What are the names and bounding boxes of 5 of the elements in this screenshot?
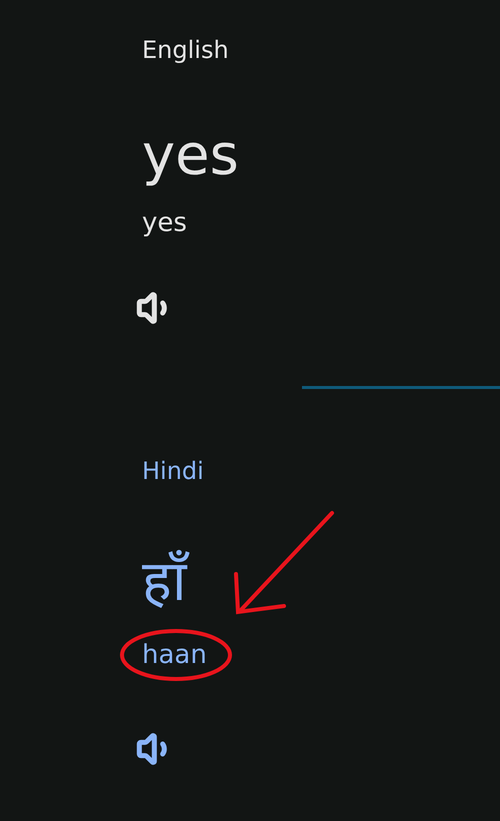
transliteration-text: haan [142,642,207,668]
language-label: English [142,38,229,62]
language-label: Hindi [142,459,204,483]
translation-text: yes [142,128,239,184]
transliteration-text: yes [142,210,187,236]
